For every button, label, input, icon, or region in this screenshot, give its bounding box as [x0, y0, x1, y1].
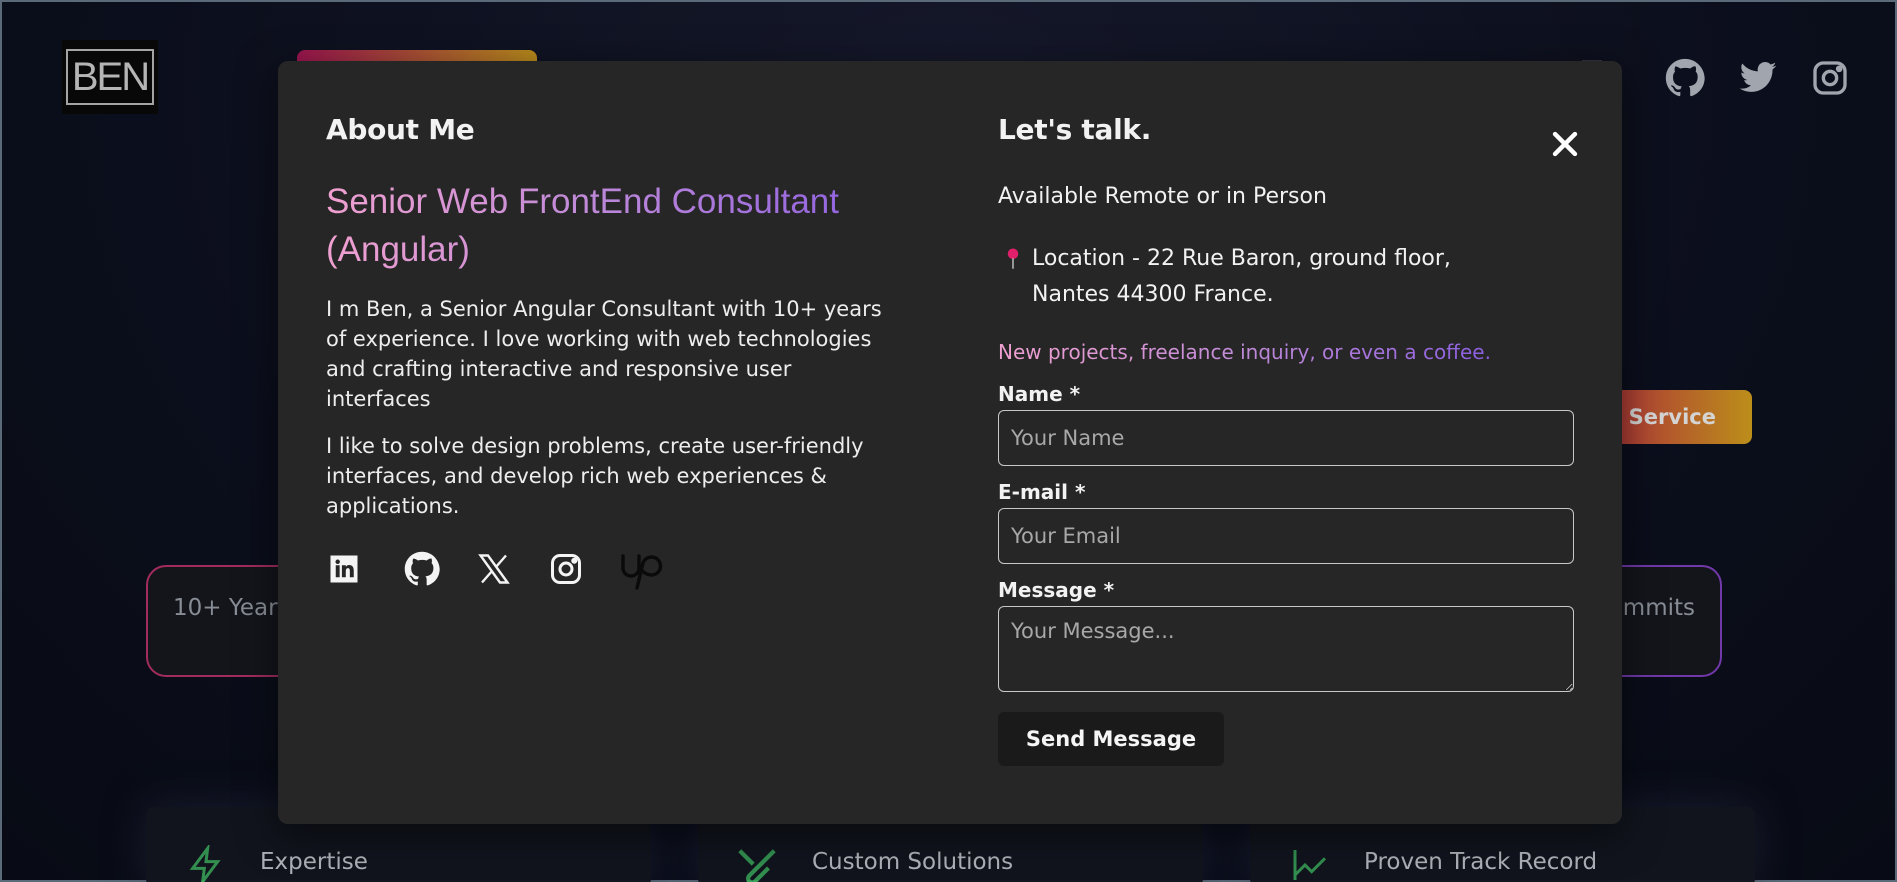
- location-block: Location - 22 Rue Baron, ground floor, N…: [998, 241, 1578, 313]
- about-contact-modal: About Me Senior Web FrontEnd Consultant …: [278, 61, 1622, 824]
- contact-section: Let's talk. Available Remote or in Perso…: [998, 113, 1578, 766]
- message-label: Message *: [998, 578, 1115, 602]
- email-label: E-mail *: [998, 480, 1086, 504]
- x-icon[interactable]: [476, 551, 512, 587]
- contact-form: Name * E-mail * Message * Send Message: [998, 382, 1578, 766]
- role-title: Senior Web FrontEnd Consultant (Angular): [326, 178, 896, 274]
- availability-text: Available Remote or in Person: [998, 184, 1327, 209]
- about-paragraph-1: I m Ben, a Senior Angular Consultant wit…: [326, 297, 882, 411]
- instagram-icon[interactable]: [548, 551, 584, 587]
- email-field[interactable]: [998, 508, 1574, 564]
- name-field[interactable]: [998, 410, 1574, 466]
- github-icon[interactable]: [404, 551, 440, 587]
- upwork-icon[interactable]: [620, 551, 682, 590]
- linkedin-icon[interactable]: [326, 551, 362, 587]
- contact-heading: Let's talk.: [998, 113, 1152, 146]
- social-links: [326, 551, 896, 590]
- message-field[interactable]: [998, 606, 1574, 692]
- location-line-1: Location - 22 Rue Baron, ground floor,: [1032, 246, 1451, 271]
- contact-tagline: New projects, freelance inquiry, or even…: [998, 340, 1491, 364]
- pin-icon: [1004, 241, 1028, 313]
- send-message-button[interactable]: Send Message: [998, 712, 1224, 766]
- about-section: About Me Senior Web FrontEnd Consultant …: [326, 113, 896, 590]
- location-line-2: Nantes 44300 France.: [1032, 282, 1274, 307]
- about-heading: About Me: [326, 113, 475, 146]
- about-paragraph-2: I like to solve design problems, create …: [326, 434, 864, 518]
- name-label: Name *: [998, 382, 1081, 406]
